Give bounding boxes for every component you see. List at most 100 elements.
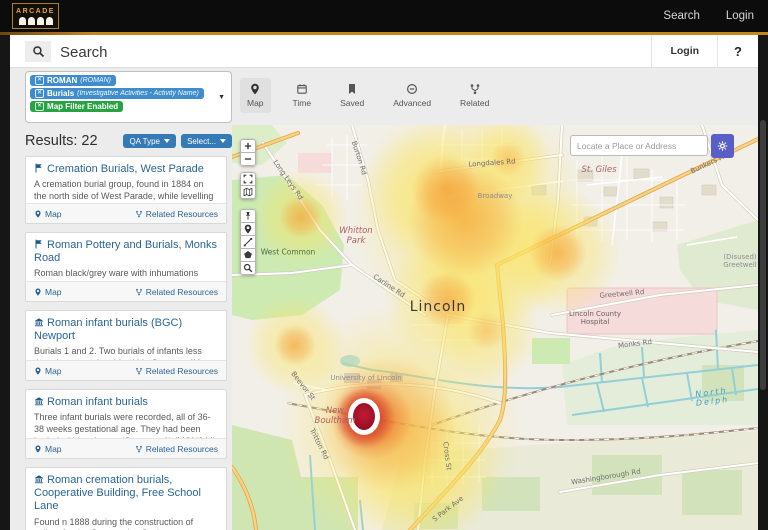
select-dropdown[interactable]: Select... [181, 134, 232, 148]
pushpin-tool-button[interactable] [240, 209, 256, 223]
result-title-link[interactable]: Cremation Burials, West Parade [34, 163, 218, 176]
plus-icon [243, 141, 253, 151]
filters-dropdown-caret-icon[interactable]: ▼ [218, 94, 225, 101]
tab-saved[interactable]: Saved [333, 78, 371, 113]
page-scrollbar[interactable] [760, 120, 766, 390]
app-frame: Login ? ✕ ROMAN (ROMAN) ✕ Burials (Inves… [10, 35, 758, 530]
result-map-link[interactable]: Map [34, 209, 62, 219]
login-button[interactable]: Login [651, 35, 717, 68]
result-title-link[interactable]: Roman infant burials (BGC) Newport [34, 317, 218, 343]
top-navbar: ARCADE Search Login [0, 0, 768, 32]
result-related-link[interactable]: Related Resources [135, 444, 218, 454]
qa-type-dropdown[interactable]: QA Type [123, 134, 176, 148]
flag-icon [34, 239, 44, 249]
result-related-link[interactable]: Related Resources [135, 366, 218, 376]
map-book-icon [243, 187, 253, 197]
top-nav-links: Search Login [663, 0, 754, 32]
bank-icon [34, 474, 44, 484]
fork-icon [135, 288, 143, 296]
fork-icon [135, 367, 143, 375]
view-controls [240, 172, 256, 199]
zoom-out-button[interactable] [240, 152, 256, 166]
help-button[interactable]: ? [717, 35, 758, 68]
locate-input[interactable] [570, 135, 708, 156]
results-count: Results: 22 [25, 133, 98, 149]
tab-time[interactable]: Time [286, 78, 319, 113]
pushpin-icon [243, 211, 253, 221]
minus-icon [243, 154, 253, 164]
search-icon [243, 263, 253, 273]
map-canvas[interactable]: Long Leys RdBurton RdLongdales RdBroadwa… [232, 125, 758, 530]
content-area: ✕ ROMAN (ROMAN) ✕ Burials (Investigative… [10, 68, 758, 530]
zoom-in-button[interactable] [240, 139, 256, 153]
fullscreen-button[interactable] [240, 172, 256, 186]
map-search-tool-button[interactable] [240, 261, 256, 275]
result-summary: Found n 1888 during the construction of … [34, 517, 218, 530]
polygon-tool-button[interactable] [240, 248, 256, 262]
fork-icon [469, 83, 481, 95]
nav-search-link[interactable]: Search [663, 10, 699, 22]
arcade-logo[interactable]: ARCADE [12, 3, 59, 29]
result-map-link[interactable]: Map [34, 287, 62, 297]
fork-icon [135, 445, 143, 453]
filter-tag-burials[interactable]: ✕ Burials (Investigative Activities - Ac… [30, 88, 204, 99]
expand-icon [243, 174, 253, 184]
arcade-arches-icon [19, 17, 53, 25]
global-search-input[interactable] [58, 39, 622, 65]
result-summary: Roman black/grey ware with inhumations f… [34, 268, 218, 281]
tab-advanced[interactable]: Advanced [386, 78, 438, 113]
result-map-link[interactable]: Map [34, 366, 62, 376]
result-related-link[interactable]: Related Resources [135, 209, 218, 219]
flag-icon [34, 163, 44, 173]
bank-icon [34, 396, 44, 406]
active-filters-panel: ✕ ROMAN (ROMAN) ✕ Burials (Investigative… [25, 71, 232, 123]
pin-icon [249, 83, 261, 95]
locate-settings-button[interactable] [711, 134, 734, 158]
result-card[interactable]: Roman infant burials (BGC) Newport Buria… [25, 310, 227, 381]
result-card[interactable]: Roman cremation burials, Cooperative Bui… [25, 467, 227, 530]
caret-down-icon [220, 139, 226, 143]
tab-map[interactable]: Map [240, 78, 271, 113]
results-header: Results: 22 QA Type Select... [25, 132, 232, 152]
result-title-link[interactable]: Roman infant burials [34, 396, 218, 409]
result-map-link[interactable]: Map [34, 444, 62, 454]
advanced-icon [406, 83, 418, 95]
page: ARCADE Search Login Login ? ✕ [0, 0, 768, 530]
remove-filter-icon[interactable]: ✕ [35, 102, 44, 111]
result-card[interactable]: Roman Pottery and Burials, Monks Road Ro… [25, 232, 227, 302]
result-card[interactable]: Roman infant burials Three infant burial… [25, 389, 227, 459]
bookmark-icon [346, 83, 358, 95]
draw-tools [240, 209, 256, 275]
result-related-link[interactable]: Related Resources [135, 287, 218, 297]
brand-name: ARCADE [16, 8, 55, 16]
pin-icon [34, 288, 42, 296]
polyline-icon [243, 237, 253, 247]
results-list: Cremation Burials, West Parade A cremati… [25, 156, 227, 530]
pin-icon [34, 445, 42, 453]
nav-login-link[interactable]: Login [726, 10, 754, 22]
result-title-link[interactable]: Roman Pottery and Burials, Monks Road [34, 239, 218, 265]
calendar-icon [296, 83, 308, 95]
zoom-controls [240, 139, 256, 166]
result-summary: A cremation burial group, found in 1884 … [34, 179, 218, 203]
remove-filter-icon[interactable]: ✕ [35, 89, 44, 98]
search-icon [25, 41, 51, 62]
gear-icon [717, 140, 728, 152]
view-tabs: Map Time Saved Advanced Related [240, 78, 496, 113]
filter-tag-map-filter[interactable]: ✕ Map Filter Enabled [30, 101, 123, 112]
result-summary: Burials 1 and 2. Two burials of infants … [34, 346, 218, 360]
global-search-bar: Login ? [10, 35, 758, 68]
fork-icon [135, 210, 143, 218]
basemap-button[interactable] [240, 185, 256, 199]
pin-icon [243, 224, 253, 234]
filter-tag-roman[interactable]: ✕ ROMAN (ROMAN) [30, 75, 116, 86]
line-tool-button[interactable] [240, 235, 256, 249]
marker-tool-button[interactable] [240, 222, 256, 236]
bank-icon [34, 317, 44, 327]
result-title-link[interactable]: Roman cremation burials, Cooperative Bui… [34, 474, 218, 514]
basemap-svg [232, 125, 758, 530]
remove-filter-icon[interactable]: ✕ [35, 76, 44, 85]
tab-related[interactable]: Related [453, 78, 496, 113]
result-card[interactable]: Cremation Burials, West Parade A cremati… [25, 156, 227, 224]
pin-icon [34, 367, 42, 375]
